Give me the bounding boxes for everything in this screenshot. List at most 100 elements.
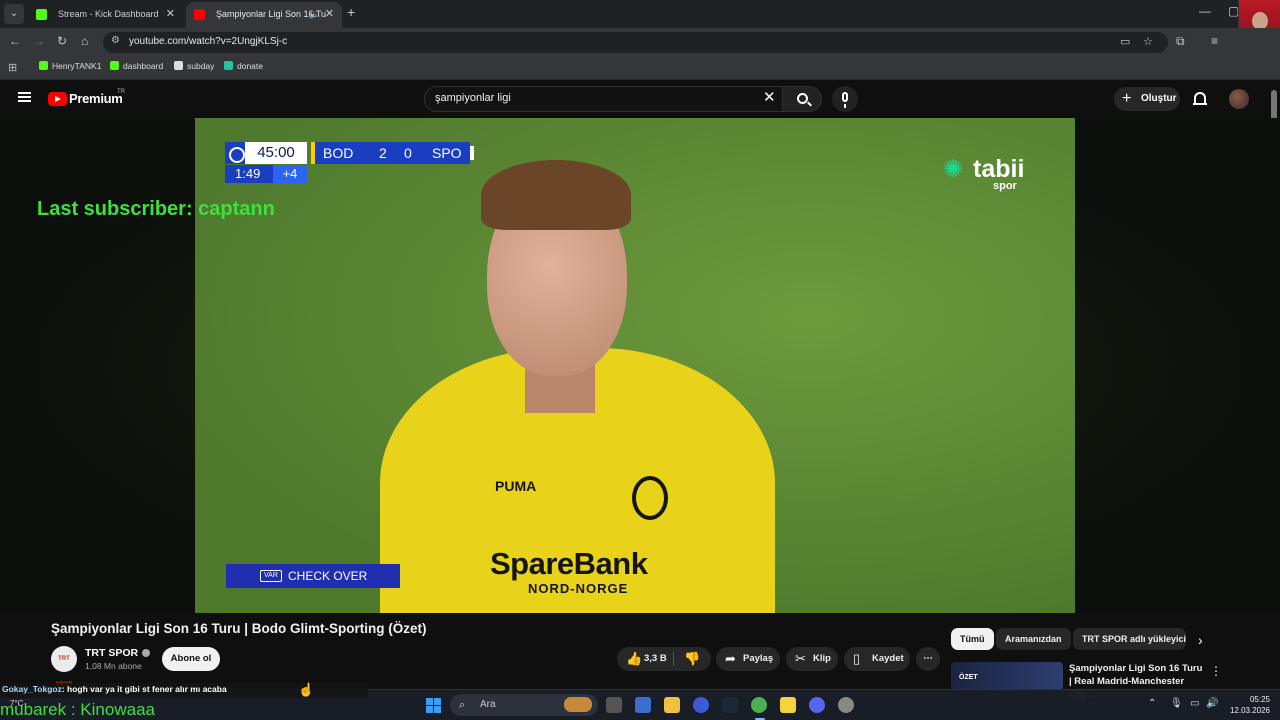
var-tag: VAR	[260, 570, 282, 582]
steam-icon[interactable]	[722, 697, 738, 713]
home-team: BOD	[323, 145, 354, 161]
scissors-icon: ✂	[795, 651, 806, 666]
like-icon[interactable]: 👍	[626, 647, 642, 671]
notifications-bell-icon[interactable]	[1193, 92, 1207, 105]
youtube-header: Premium TR ✕ + Oluştur	[0, 80, 1280, 118]
search-highlight-icon	[564, 697, 592, 712]
channel-avatar[interactable]: TRT SPOR	[51, 646, 77, 688]
address-bar[interactable]: ⚙ youtube.com/watch?v=2UngjKLSj-c ▭ ☆	[103, 32, 1168, 53]
added-minutes: +4	[273, 165, 307, 183]
network-icon[interactable]: ▭	[1190, 698, 1199, 709]
search-input[interactable]	[435, 92, 755, 104]
app-icon[interactable]	[693, 697, 709, 713]
youtube-icon	[194, 9, 205, 20]
extensions-icon[interactable]: ⧉	[1176, 34, 1185, 49]
tabii-star-icon: ✺	[943, 156, 964, 183]
apps-grid-icon[interactable]: ⊞	[8, 61, 17, 74]
discord-icon[interactable]	[809, 697, 825, 713]
back-icon[interactable]: ←	[9, 34, 21, 48]
save-button[interactable]: ▯ Kaydet	[844, 647, 910, 671]
channel-name-text[interactable]: TRT SPOR	[85, 647, 138, 659]
share-button[interactable]: ➦ Paylaş	[716, 647, 780, 671]
volume-icon[interactable]: 🔊	[1206, 698, 1218, 709]
tab-search-button[interactable]: ⌄	[4, 4, 24, 24]
chrome-icon[interactable]	[751, 697, 767, 713]
sticky-notes-icon[interactable]	[780, 697, 796, 713]
clip-label: Klip	[813, 653, 831, 664]
kick-icon	[36, 9, 47, 20]
tray-overflow-icon[interactable]: ⌃	[1148, 698, 1156, 709]
speaker-icon[interactable]: 🔈	[309, 2, 320, 26]
country-code: TR	[117, 89, 125, 95]
scoreline: BOD 2 0 SPO	[315, 142, 470, 164]
search-button[interactable]	[782, 86, 822, 112]
tab-list-icon[interactable]: ≡	[1211, 34, 1218, 48]
obs-icon[interactable]	[838, 697, 854, 713]
match-clock: 45:00	[245, 142, 307, 164]
menu-icon[interactable]	[18, 92, 31, 102]
search-icon: ⌕	[459, 699, 466, 711]
channel-name[interactable]: TRT SPOR	[85, 647, 151, 659]
shirt-sponsor-sub: NORD-NORGE	[528, 581, 629, 596]
forward-icon[interactable]: →	[33, 34, 45, 48]
url-text[interactable]: youtube.com/watch?v=2UngjKLSj-c	[129, 36, 287, 47]
bookmark-henrytank1[interactable]: HenryTANK1	[39, 61, 101, 71]
verified-icon	[142, 649, 151, 658]
file-explorer-icon[interactable]	[664, 697, 680, 713]
site-info-icon[interactable]: ⚙	[111, 35, 120, 46]
clear-search-icon[interactable]: ✕	[763, 89, 776, 107]
create-button[interactable]: + Oluştur	[1114, 87, 1180, 111]
chip-from-search[interactable]: Aramanızdan	[996, 628, 1071, 650]
var-text: CHECK OVER	[288, 569, 368, 583]
last-subscriber-overlay: Last subscriber: captann	[37, 198, 275, 220]
chat-username: Gokay_Tokgoz	[2, 684, 62, 694]
reload-icon[interactable]: ↻	[57, 34, 67, 48]
club-crest-icon	[632, 476, 668, 520]
new-tab-button[interactable]: +	[347, 4, 355, 20]
taskbar-clock[interactable]: 05:25 12.03.2026	[1224, 694, 1270, 716]
account-avatar[interactable]	[1229, 89, 1249, 109]
calculator-icon[interactable]	[635, 697, 651, 713]
microphone-icon[interactable]: 🎙	[1170, 698, 1183, 709]
like-count[interactable]: 3,3 B	[644, 647, 667, 671]
subscribe-button[interactable]: Abone ol	[162, 647, 220, 671]
recommended-thumbnail[interactable]: ÖZET	[951, 662, 1063, 690]
taskbar-search[interactable]: ⌕ Ara	[450, 694, 598, 716]
recommendation-menu-icon[interactable]: ⋮	[1210, 664, 1222, 678]
var-check-banner: VAR CHECK OVER	[226, 564, 400, 588]
like-divider	[673, 652, 674, 666]
bookmark-label: dashboard	[123, 61, 164, 71]
network-sub: spor	[993, 180, 1017, 192]
plus-icon: +	[1122, 90, 1132, 107]
home-icon[interactable]: ⌂	[81, 34, 88, 48]
tab-kick-dashboard[interactable]: Stream - Kick Dashboard ✕	[28, 2, 183, 28]
clip-button[interactable]: ✂ Klip	[786, 647, 838, 671]
bookmark-label: subday	[187, 61, 215, 71]
search-box[interactable]	[424, 86, 788, 112]
search-icon	[797, 93, 808, 104]
bookmark-star-icon[interactable]: ☆	[1143, 35, 1153, 48]
windows-start-icon[interactable]	[426, 698, 441, 713]
tab-youtube-video[interactable]: Şampiyonlar Ligi Son 16 Tu 🔈 ✕	[186, 2, 342, 28]
task-view-icon[interactable]	[606, 697, 622, 713]
browser-toolbar: ← → ↻ ⌂ ⚙ youtube.com/watch?v=2UngjKLSj-…	[0, 28, 1280, 56]
chevron-right-icon[interactable]: ›	[1198, 632, 1203, 648]
close-tab-icon[interactable]: ✕	[325, 2, 334, 26]
video-player[interactable]: PUMA SpareBank NORD-NORGE 45:00 BOD 2 0 …	[195, 118, 1075, 613]
grid-icon	[174, 61, 183, 70]
close-tab-icon[interactable]: ✕	[166, 2, 175, 26]
bookmark-label: donate	[237, 61, 263, 71]
voice-search-button[interactable]	[832, 86, 858, 112]
cast-icon[interactable]: ▭	[1120, 35, 1130, 48]
summary-badge: ÖZET	[959, 674, 978, 681]
bookmark-subday[interactable]: subday	[174, 61, 214, 71]
dislike-icon[interactable]: 👎	[684, 647, 700, 671]
minimize-icon[interactable]: —	[1199, 4, 1211, 18]
chip-uploader[interactable]: TRT SPOR adlı yükleyici	[1073, 628, 1186, 650]
youtube-logo-icon[interactable]	[48, 92, 67, 106]
youtube-brand[interactable]: Premium	[69, 91, 123, 106]
more-actions-button[interactable]: ⋯	[916, 647, 940, 671]
bookmark-dashboard[interactable]: dashboard	[110, 61, 163, 71]
chip-all[interactable]: Tümü	[951, 628, 994, 650]
bookmark-donate[interactable]: donate	[224, 61, 263, 71]
